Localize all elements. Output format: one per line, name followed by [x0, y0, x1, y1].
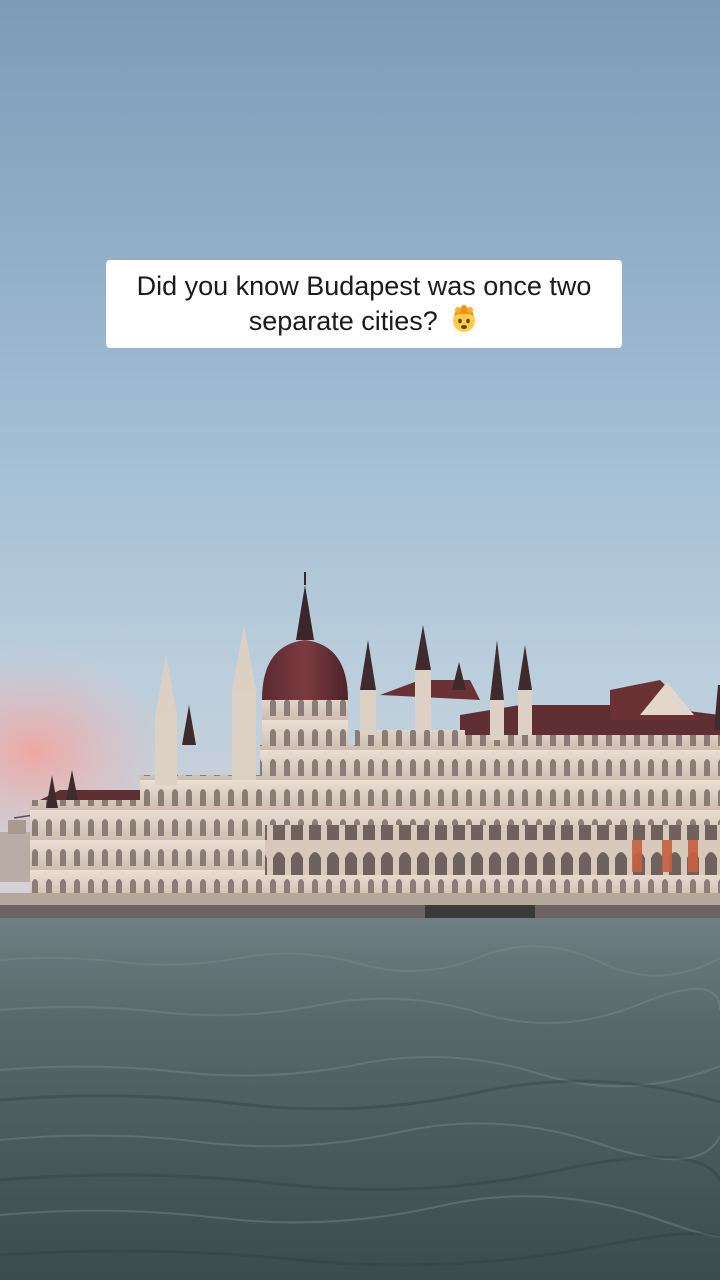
exploding-head-emoji-icon [453, 305, 476, 332]
caption-box: Did you know Budapest was once two separ… [106, 260, 622, 348]
caption-line-2-text: separate cities? [248, 306, 438, 336]
caption-line-1: Did you know Budapest was once two [136, 271, 592, 301]
river [0, 918, 720, 1280]
caption-line-2: separate cities? [249, 304, 480, 339]
embankment [0, 893, 720, 905]
background-photo [0, 0, 720, 1280]
